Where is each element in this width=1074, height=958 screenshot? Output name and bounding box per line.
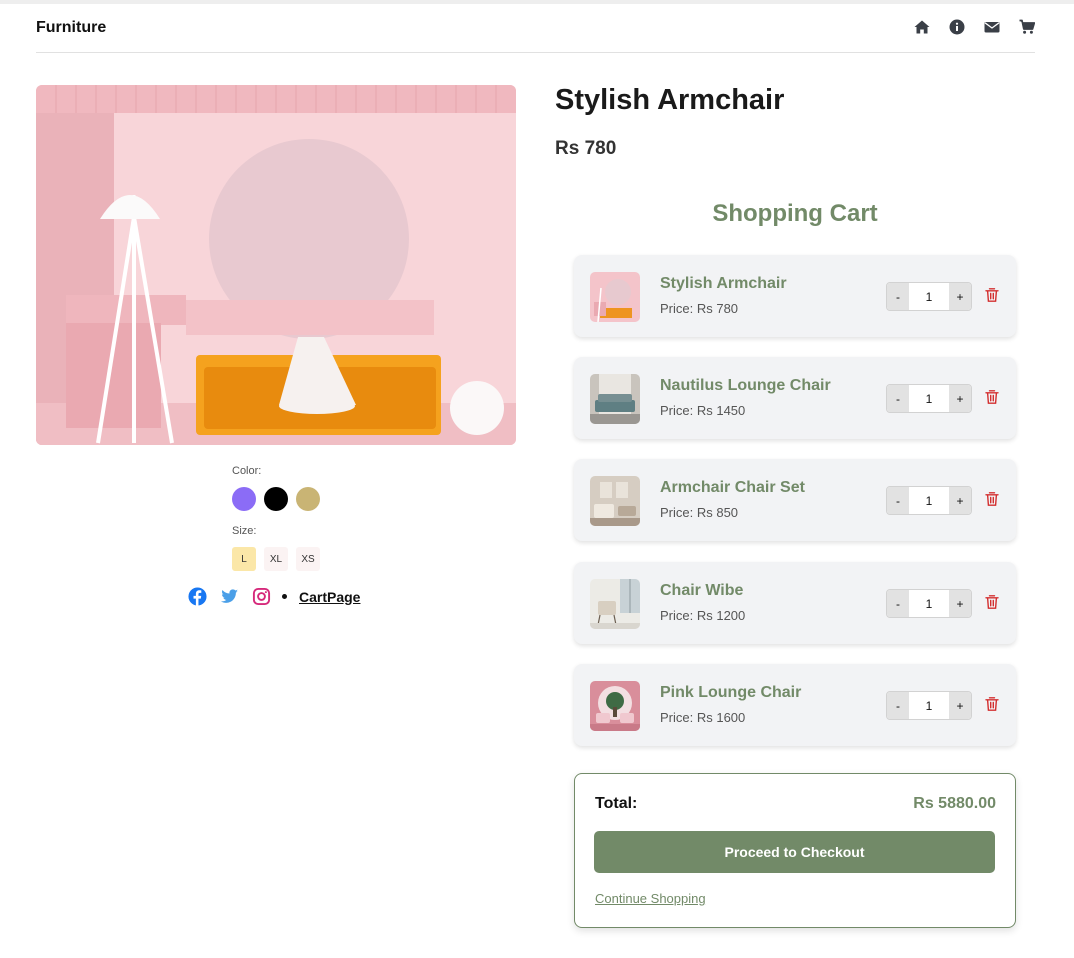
- cart-item-thumbnail: [590, 272, 640, 322]
- quantity-stepper: - 1 +: [886, 384, 972, 413]
- shopping-cart-title: Shopping Cart: [712, 200, 878, 227]
- trash-icon[interactable]: [984, 287, 1000, 303]
- twitter-icon[interactable]: [220, 587, 239, 606]
- decrease-qty-button[interactable]: -: [887, 487, 909, 514]
- size-option-l[interactable]: L: [232, 547, 256, 571]
- cart-item-price: Price: Rs 1200: [660, 608, 746, 623]
- facebook-icon[interactable]: [188, 587, 207, 606]
- nav-icon-group: [914, 19, 1035, 35]
- quantity-value[interactable]: 1: [909, 692, 949, 719]
- cart-item: Pink Lounge Chair Price: Rs 1600 - 1 +: [574, 664, 1016, 746]
- instagram-icon[interactable]: [252, 587, 271, 606]
- decrease-qty-button[interactable]: -: [887, 385, 909, 412]
- list-bullet: [282, 594, 287, 599]
- quantity-stepper: - 1 +: [886, 486, 972, 515]
- cartpage-link[interactable]: CartPage: [299, 589, 360, 605]
- color-swatch-black[interactable]: [264, 487, 288, 511]
- cart-item-name: Chair Wibe: [660, 582, 744, 599]
- trash-icon[interactable]: [984, 594, 1000, 610]
- cart-summary: Total: Rs 5880.00 Proceed to Checkout Co…: [574, 773, 1016, 928]
- size-option-xl[interactable]: XL: [264, 547, 288, 571]
- total-value: Rs 5880.00: [913, 795, 996, 812]
- quantity-value[interactable]: 1: [909, 487, 949, 514]
- cart-item-price: Price: Rs 1600: [660, 710, 746, 725]
- trash-icon[interactable]: [984, 696, 1000, 712]
- decrease-qty-button[interactable]: -: [887, 692, 909, 719]
- increase-qty-button[interactable]: +: [949, 283, 971, 310]
- trash-icon[interactable]: [984, 491, 1000, 507]
- brand-logo-text[interactable]: Furniture: [36, 19, 106, 37]
- cart-item: Armchair Chair Set Price: Rs 850 - 1 +: [574, 459, 1016, 541]
- cart-item-thumbnail: [590, 476, 640, 526]
- continue-shopping-link[interactable]: Continue Shopping: [595, 891, 706, 906]
- envelope-icon[interactable]: [984, 19, 1000, 35]
- size-options: L XL XS: [232, 547, 320, 571]
- color-swatch-gold[interactable]: [296, 487, 320, 511]
- proceed-to-checkout-button[interactable]: Proceed to Checkout: [594, 831, 995, 873]
- cart-item-thumbnail: [590, 579, 640, 629]
- trash-icon[interactable]: [984, 389, 1000, 405]
- product-price: Rs 780: [555, 138, 617, 159]
- cart-item-thumbnail: [590, 681, 640, 731]
- increase-qty-button[interactable]: +: [949, 692, 971, 719]
- cart-item: Nautilus Lounge Chair Price: Rs 1450 - 1…: [574, 357, 1016, 439]
- decrease-qty-button[interactable]: -: [887, 283, 909, 310]
- product-title: Stylish Armchair: [555, 84, 785, 116]
- quantity-value[interactable]: 1: [909, 385, 949, 412]
- cart-item-thumbnail: [590, 374, 640, 424]
- cart-item-price: Price: Rs 1450: [660, 403, 746, 418]
- color-swatches: [232, 487, 320, 511]
- cart-item-price: Price: Rs 780: [660, 301, 739, 316]
- increase-qty-button[interactable]: +: [949, 385, 971, 412]
- cart-item-name: Stylish Armchair: [660, 275, 787, 292]
- home-icon[interactable]: [914, 19, 930, 35]
- cart-icon[interactable]: [1019, 19, 1035, 35]
- color-swatch-purple[interactable]: [232, 487, 256, 511]
- cart-item-name: Armchair Chair Set: [660, 479, 805, 496]
- cart-item-price: Price: Rs 850: [660, 505, 739, 520]
- cart-item: Chair Wibe Price: Rs 1200 - 1 +: [574, 562, 1016, 644]
- increase-qty-button[interactable]: +: [949, 487, 971, 514]
- product-image: [36, 85, 516, 445]
- quantity-stepper: - 1 +: [886, 691, 972, 720]
- cart-item: Stylish Armchair Price: Rs 780 - 1 +: [574, 255, 1016, 337]
- quantity-value[interactable]: 1: [909, 590, 949, 617]
- increase-qty-button[interactable]: +: [949, 590, 971, 617]
- size-option-xs[interactable]: XS: [296, 547, 320, 571]
- total-label: Total:: [595, 795, 638, 812]
- decrease-qty-button[interactable]: -: [887, 590, 909, 617]
- size-label: Size:: [232, 525, 257, 537]
- cart-item-name: Pink Lounge Chair: [660, 684, 802, 701]
- info-icon[interactable]: [949, 19, 965, 35]
- top-navbar: Furniture: [36, 4, 1035, 53]
- product-options: Color: Size: L XL XS: [232, 465, 320, 571]
- quantity-stepper: - 1 +: [886, 282, 972, 311]
- color-label: Color:: [232, 465, 262, 477]
- quantity-value[interactable]: 1: [909, 283, 949, 310]
- quantity-stepper: - 1 +: [886, 589, 972, 618]
- social-links: CartPage: [188, 587, 360, 606]
- cart-item-name: Nautilus Lounge Chair: [660, 377, 831, 394]
